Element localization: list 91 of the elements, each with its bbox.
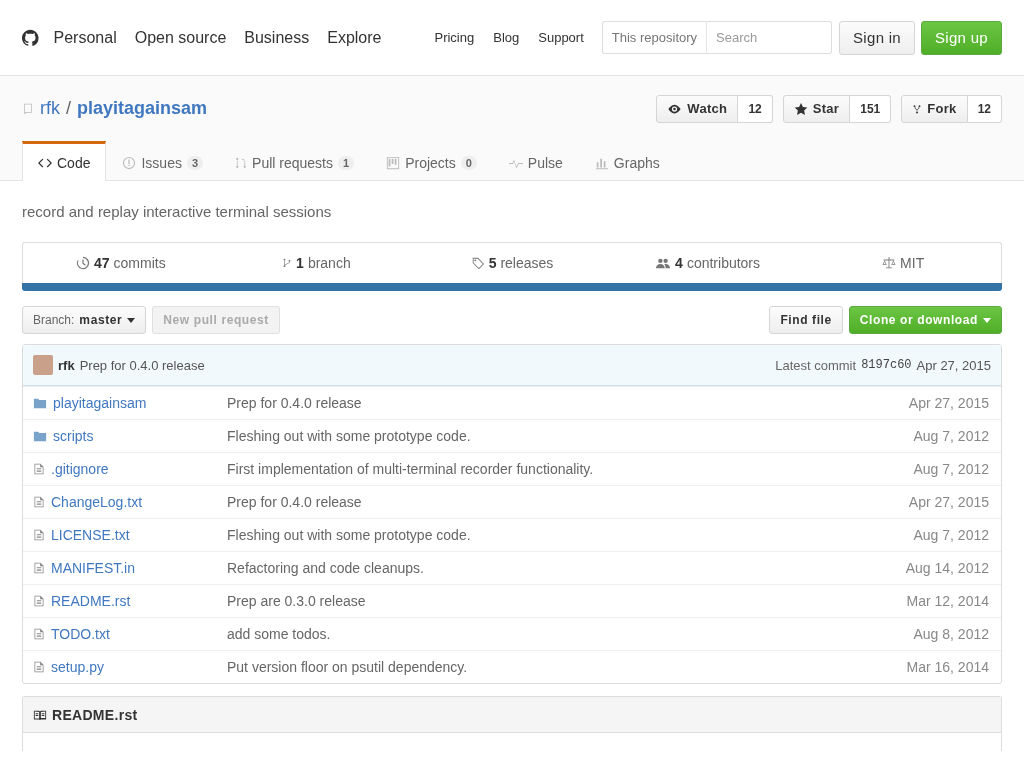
commit-date: Mar 16, 2014 [906,659,989,675]
find-file-button[interactable]: Find file [769,306,843,334]
document-icon [33,594,45,608]
pull-request-icon [235,156,248,170]
commit-message-link[interactable]: Fleshing out with some prototype code. [227,527,471,543]
nav-link[interactable]: Explore [327,28,382,47]
commit-message-link[interactable]: Fleshing out with some prototype code. [227,428,471,444]
file-link[interactable]: README.rst [51,593,131,609]
tag-icon [470,256,485,270]
header-link[interactable]: Pricing [434,30,475,45]
commit-date: Aug 8, 2012 [913,626,989,642]
document-icon [33,495,45,509]
branch-select[interactable]: Branch: master [22,306,147,334]
commit-date: Apr 27, 2015 [908,395,989,411]
contributors-summary-link[interactable]: 4 contributors [609,255,806,271]
repo-tab[interactable]: Issues 3 [106,142,220,181]
repo-tab[interactable]: Graphs [578,142,676,181]
project-board-icon [386,156,401,170]
tab-counter: 0 [460,156,477,170]
file-link[interactable]: setup.py [51,659,104,675]
watch-count[interactable]: 12 [738,94,773,123]
repo-icon [22,101,34,116]
people-icon [655,256,672,270]
commit-message[interactable]: Prep for 0.4.0 release [79,357,205,373]
file-link[interactable]: LICENSE.txt [51,527,130,543]
fork-count[interactable]: 12 [967,94,1002,123]
commit-date: Apr 27, 2015 [908,494,989,510]
folder-link[interactable]: playitagainsam [53,395,147,411]
document-icon [33,660,45,674]
owner-link[interactable]: rfk [40,98,60,119]
avatar-placeholder [33,355,53,375]
nav-link[interactable]: Open source [134,28,227,47]
tab-counter: 3 [186,156,204,170]
commit-message-link[interactable]: add some todos. [227,626,331,642]
commit-date: Aug 14, 2012 [905,560,989,576]
document-icon [33,528,45,542]
readme-title: README.rst [52,706,138,723]
folder-icon [33,429,47,443]
releases-summary-link[interactable]: 5 releases [414,255,610,271]
file-link[interactable]: .gitignore [51,461,109,477]
document-icon [33,462,45,476]
folder-link[interactable]: scripts [53,428,94,444]
commit-date: Mar 12, 2014 [906,593,989,609]
nav-link[interactable]: Personal [53,28,117,47]
repo-tab[interactable]: Pull requests 1 [219,142,371,181]
commit-date: Aug 7, 2012 [913,461,989,477]
file-link[interactable]: ChangeLog.txt [51,494,143,510]
document-icon [33,561,45,575]
bar-graph-icon [594,156,609,170]
star-icon [793,101,808,116]
repo-name-link[interactable]: playitagainsam [77,98,208,119]
history-icon [75,256,90,270]
latest-commit-label: Latest commit [775,357,857,373]
folder-icon [33,396,47,410]
repo-tab[interactable]: Code [22,141,107,181]
commit-message-link[interactable]: Prep for 0.4.0 release [227,395,362,411]
issue-icon [122,156,137,170]
commit-message-link[interactable]: Put version floor on psutil dependency. [227,659,468,675]
branch-icon [282,256,293,270]
watch-button[interactable]: Watch [656,94,739,123]
license-summary-link[interactable]: MIT [805,255,1001,271]
repo-description: record and replay interactive terminal sessions [22,203,333,220]
commit-message-link[interactable]: Prep for 0.4.0 release [227,494,362,510]
search-field[interactable]: Search [707,21,833,54]
tab-counter: 1 [338,156,355,170]
commit-message-link[interactable]: Prep are 0.3.0 release [227,593,366,609]
caret-icon [127,317,136,323]
repo-tab[interactable]: Projects 0 [370,142,493,181]
file-link[interactable]: MANIFEST.in [51,560,135,576]
header-link[interactable]: Blog [493,30,520,45]
branch-summary-link[interactable]: 1 branch [218,255,415,271]
nav-link[interactable]: Business [244,28,310,47]
commit-date: Aug 7, 2012 [913,527,989,543]
commit-message-link[interactable]: First implementation of multi-terminal recorder functionality. [227,461,594,477]
commit-date: Aug 7, 2012 [913,428,989,444]
repo-tab[interactable]: Pulse [492,142,579,181]
star-count[interactable]: 151 [850,94,892,123]
caret-icon [983,317,991,323]
header-link[interactable]: Support [538,30,584,45]
file-link[interactable]: TODO.txt [51,626,110,642]
commit-message-link[interactable]: Refactoring and code cleanups. [227,560,424,576]
document-icon [33,627,45,641]
commit-sha[interactable]: 8197c60 [861,358,912,372]
commit-date: Apr 27, 2015 [916,357,991,373]
path-separator: / [66,98,71,119]
fork-button[interactable]: Fork [901,94,968,123]
commits-summary-link[interactable]: 47 commits [23,255,219,271]
star-button[interactable]: Star [782,94,851,123]
commit-author[interactable]: rfk [58,357,75,373]
sign-in-button[interactable]: Sign in [839,20,915,55]
search-scope-label[interactable]: This repository [601,21,708,54]
